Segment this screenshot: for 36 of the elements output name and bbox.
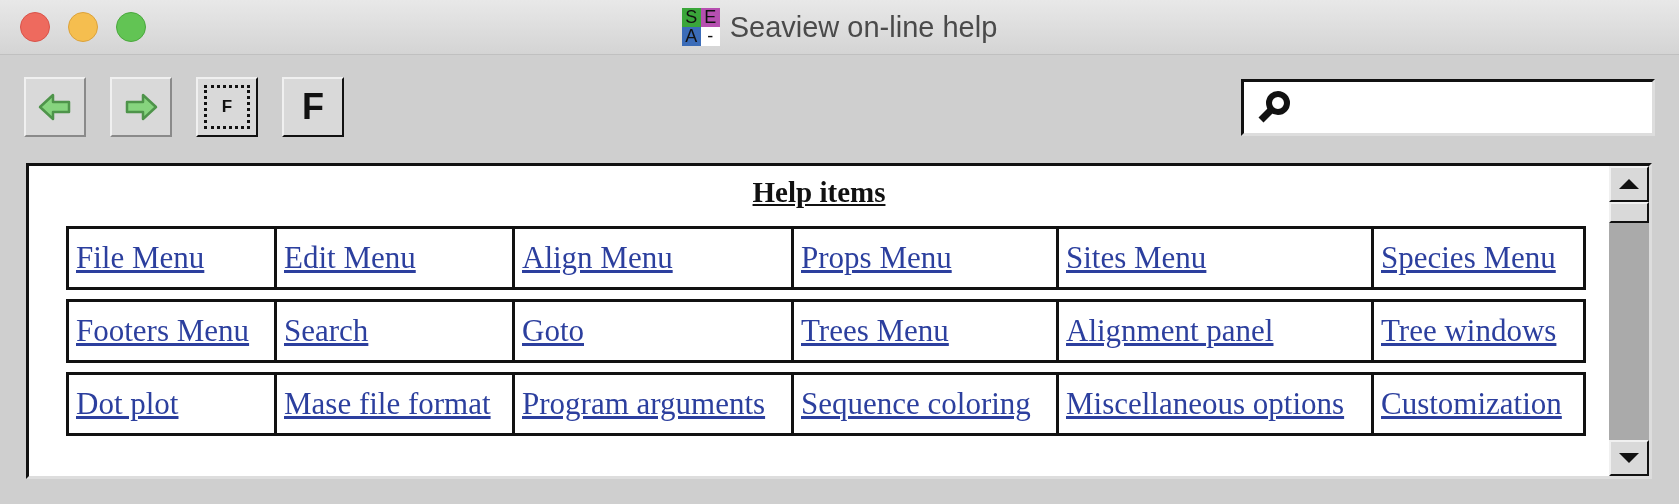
help-link[interactable]: Props Menu bbox=[801, 240, 952, 276]
help-link[interactable]: Sequence coloring bbox=[801, 386, 1031, 422]
smaller-font-button[interactable]: F bbox=[196, 77, 258, 137]
help-link[interactable]: Tree windows bbox=[1381, 313, 1557, 349]
larger-font-button[interactable]: F bbox=[282, 77, 344, 137]
help-link[interactable]: Search bbox=[284, 313, 369, 349]
down-triangle-icon bbox=[1618, 452, 1640, 464]
back-button[interactable] bbox=[24, 77, 86, 137]
help-link[interactable]: Align Menu bbox=[522, 240, 673, 276]
help-link[interactable]: Trees Menu bbox=[801, 313, 949, 349]
help-link[interactable]: Goto bbox=[522, 313, 584, 349]
window-title: Seaview on-line help bbox=[729, 10, 998, 44]
help-link[interactable]: Alignment panel bbox=[1066, 313, 1274, 349]
help-link[interactable]: File Menu bbox=[76, 240, 205, 276]
help-link[interactable]: Customization bbox=[1381, 386, 1562, 422]
help-link[interactable]: Edit Menu bbox=[284, 240, 416, 276]
help-link[interactable]: Miscellaneous options bbox=[1066, 386, 1345, 422]
left-arrow-icon bbox=[38, 92, 72, 122]
help-link[interactable]: Sites Menu bbox=[1066, 240, 1207, 276]
close-button[interactable] bbox=[20, 12, 50, 42]
up-triangle-icon bbox=[1618, 178, 1640, 190]
right-arrow-icon bbox=[124, 92, 158, 122]
help-heading: Help items bbox=[751, 175, 887, 210]
help-link[interactable]: Program arguments bbox=[522, 386, 766, 422]
help-link[interactable]: Footers Menu bbox=[76, 313, 250, 349]
app-logo: S E A - bbox=[681, 8, 720, 46]
help-link[interactable]: Dot plot bbox=[76, 386, 179, 422]
scroll-thumb[interactable] bbox=[1609, 202, 1649, 223]
scrollbar[interactable] bbox=[1609, 166, 1649, 476]
forward-button[interactable] bbox=[110, 77, 172, 137]
help-link[interactable]: Species Menu bbox=[1381, 240, 1556, 276]
scroll-down-button[interactable] bbox=[1609, 440, 1649, 476]
help-link[interactable]: Mase file format bbox=[284, 386, 491, 422]
scroll-up-button[interactable] bbox=[1609, 166, 1649, 202]
search-icon bbox=[1256, 89, 1292, 125]
search-field[interactable] bbox=[1241, 78, 1655, 136]
